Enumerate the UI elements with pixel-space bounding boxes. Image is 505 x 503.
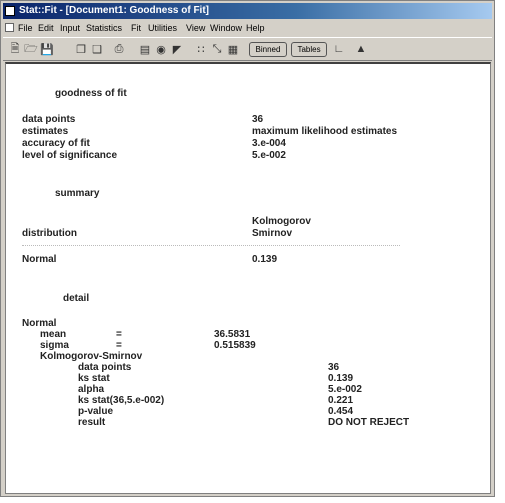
summary-dist-value: 0.139 — [252, 254, 278, 265]
binned-button[interactable]: Binned — [249, 42, 287, 57]
summary-col-header: Smirnov — [252, 228, 293, 239]
summary-col-header: Kolmogorov — [252, 216, 311, 227]
param-label: estimates — [22, 126, 69, 137]
distribution-chart-icon[interactable]: ◤ — [169, 41, 185, 57]
menu-view[interactable]: View — [186, 20, 205, 36]
param-label: data points — [22, 114, 76, 125]
param-value: 5.e-002 — [252, 150, 286, 161]
app-icon — [5, 6, 15, 16]
menu-statistics[interactable]: Statistics — [86, 20, 122, 36]
param-label: accuracy of fit — [22, 138, 90, 149]
param-value: 3.e-004 — [252, 138, 286, 149]
app-window: Stat::Fit - [Document1: Goodness of Fit]… — [0, 0, 495, 497]
paste-icon[interactable]: ❑ — [89, 41, 105, 57]
param-value: maximum likelihood estimates — [252, 126, 398, 137]
menu-file[interactable]: File — [18, 20, 33, 36]
menu-fit[interactable]: Fit — [131, 20, 141, 36]
menu-window[interactable]: Window — [210, 20, 242, 36]
copy-icon[interactable]: ❐ — [73, 41, 89, 57]
divider — [22, 245, 400, 246]
document-area: goodness of fit data points 36 estimates… — [5, 62, 491, 494]
histogram-icon[interactable]: ▦ — [225, 41, 241, 57]
document-menu-icon[interactable] — [5, 23, 14, 32]
density-chart-icon[interactable]: ▲ — [353, 41, 369, 57]
gof-header: goodness of fit — [55, 88, 127, 99]
tables-button[interactable]: Tables — [291, 42, 327, 57]
test-result: DO NOT REJECT — [328, 417, 410, 428]
open-folder-icon[interactable]: 🗁 — [23, 41, 39, 57]
test-row-label: result — [78, 417, 106, 428]
auto-fit-icon[interactable]: ◉ — [153, 41, 169, 57]
scatter-plot-icon[interactable]: ∷ — [193, 41, 209, 57]
param-value: 36 — [252, 114, 264, 125]
detail-param-value: 0.515839 — [214, 340, 256, 351]
data-table-icon[interactable]: ▤ — [137, 41, 153, 57]
toolbar: 🗎 🗁 💾 ❐ ❑ ⎙ ▤ ◉ ◤ ∷ ⤡ ▦ Binned Tables ∟ … — [3, 37, 492, 61]
menu-bar: File Edit Input Statistics Fit Utilities… — [3, 20, 492, 36]
print-icon[interactable]: ⎙ — [111, 41, 127, 57]
summary-header: summary — [55, 188, 100, 199]
menu-input[interactable]: Input — [60, 20, 80, 36]
detail-header: detail — [63, 293, 90, 304]
menu-utilities[interactable]: Utilities — [148, 20, 177, 36]
save-icon[interactable]: 💾 — [39, 41, 55, 57]
summary-row-label: distribution — [22, 228, 77, 239]
menu-edit[interactable]: Edit — [38, 20, 54, 36]
menu-help[interactable]: Help — [246, 20, 265, 36]
summary-dist-name: Normal — [22, 254, 57, 265]
cdf-chart-icon[interactable]: ∟ — [331, 41, 347, 57]
new-file-icon[interactable]: 🗎 — [7, 41, 23, 57]
window-title: Stat::Fit - [Document1: Goodness of Fit] — [19, 5, 209, 16]
title-bar: Stat::Fit - [Document1: Goodness of Fit] — [3, 3, 492, 19]
comparison-graph-icon[interactable]: ⤡ — [209, 41, 225, 57]
param-label: level of significance — [22, 150, 118, 161]
